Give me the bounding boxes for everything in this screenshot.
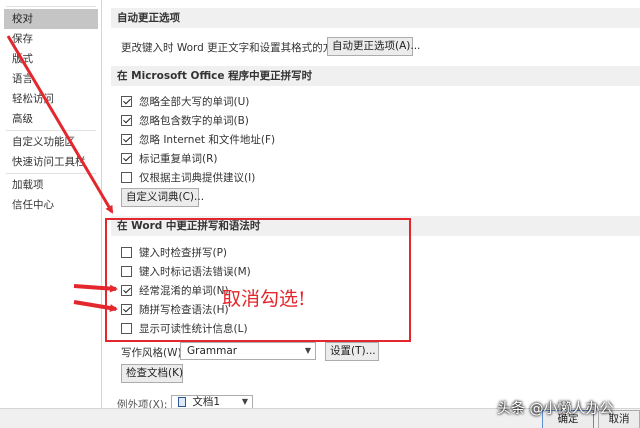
checkbox-unchecked[interactable] bbox=[121, 246, 132, 258]
option-ignore-internet-addresses[interactable]: 忽略 Internet 和文件地址(F) bbox=[121, 131, 275, 147]
option-ignore-uppercase[interactable]: 忽略全部大写的单词(U) bbox=[121, 93, 249, 109]
checkbox-unchecked[interactable] bbox=[121, 265, 132, 277]
writing-style-select[interactable]: Grammar ▼ bbox=[180, 342, 316, 360]
sidebar-item-quick-access-toolbar[interactable]: 快速访问工具栏 bbox=[4, 152, 98, 172]
grammar-settings-button[interactable]: 设置(T)... bbox=[325, 342, 379, 361]
option-ignore-numbers[interactable]: 忽略包含数字的单词(B) bbox=[121, 112, 249, 128]
option-label: 键入时检查拼写(P) bbox=[139, 246, 228, 259]
custom-dictionaries-button[interactable]: 自定义词典(C)... bbox=[121, 188, 204, 207]
sidebar-item-proofing[interactable]: 校对 bbox=[4, 9, 98, 29]
options-main-panel: 自动更正选项 更改键入时 Word 更正文字和设置其格式的方式: 自动更正选项(… bbox=[103, 0, 640, 428]
chevron-down-icon: ▼ bbox=[241, 397, 249, 406]
autocorrect-options-button[interactable]: 自动更正选项(A)... bbox=[327, 37, 420, 56]
annotation-text: 取消勾选! bbox=[222, 288, 306, 310]
exceptions-select[interactable]: 文档1 ▼ bbox=[171, 395, 253, 409]
option-label: 键入时标记语法错误(M) bbox=[139, 265, 251, 278]
option-label: 仅根据主词典提供建议(I) bbox=[139, 171, 256, 184]
option-check-grammar-with-spelling[interactable]: 随拼写检查语法(H) bbox=[121, 301, 229, 317]
sidebar-item-add-ins[interactable]: 加载项 bbox=[4, 175, 98, 195]
option-label: 忽略全部大写的单词(U) bbox=[139, 95, 250, 108]
word-spelling-section-header: 在 Word 中更正拼写和语法时 bbox=[111, 216, 640, 236]
option-label: 忽略 Internet 和文件地址(F) bbox=[139, 133, 276, 146]
option-readability-statistics[interactable]: 显示可读性统计信息(L) bbox=[121, 320, 248, 336]
option-flag-repeated-words[interactable]: 标记重复单词(R) bbox=[121, 150, 218, 166]
exceptions-value: 文档1 bbox=[192, 396, 221, 408]
sidebar-item-layout[interactable]: 版式 bbox=[4, 49, 98, 69]
option-label: 显示可读性统计信息(L) bbox=[139, 322, 248, 335]
sidebar-divider bbox=[6, 6, 96, 7]
chevron-down-icon: ▼ bbox=[304, 346, 312, 355]
watermark-text: 头条 @小懒人办公 bbox=[497, 401, 614, 417]
checkbox-checked[interactable] bbox=[121, 152, 132, 164]
checkbox-checked[interactable] bbox=[121, 303, 132, 315]
writing-style-value: Grammar bbox=[187, 345, 238, 357]
option-label: 随拼写检查语法(H) bbox=[139, 303, 229, 316]
office-spelling-section-header: 在 Microsoft Office 程序中更正拼写时 bbox=[111, 66, 640, 86]
checkbox-checked[interactable] bbox=[121, 95, 132, 107]
option-main-dictionary-only[interactable]: 仅根据主词典提供建议(I) bbox=[121, 169, 255, 185]
sidebar-item-customize-ribbon[interactable]: 自定义功能区 bbox=[4, 132, 98, 152]
option-label: 标记重复单词(R) bbox=[139, 152, 218, 165]
sidebar-divider bbox=[6, 173, 96, 174]
checkbox-checked[interactable] bbox=[121, 133, 132, 145]
sidebar-item-accessibility[interactable]: 轻松访问 bbox=[4, 89, 98, 109]
sidebar-item-advanced[interactable]: 高级 bbox=[4, 109, 98, 129]
checkbox-checked[interactable] bbox=[121, 284, 132, 296]
option-check-spelling-as-you-type[interactable]: 键入时检查拼写(P) bbox=[121, 244, 227, 260]
autocorrect-section-header: 自动更正选项 bbox=[111, 8, 640, 28]
writing-style-label: 写作风格(W): bbox=[121, 347, 186, 359]
document-icon bbox=[178, 397, 186, 407]
sidebar-item-save[interactable]: 保存 bbox=[4, 29, 98, 49]
options-sidebar: 校对 保存 版式 语言 轻松访问 高级 自定义功能区 快速访问工具栏 加载项 信… bbox=[0, 0, 102, 408]
option-mark-grammar-errors[interactable]: 键入时标记语法错误(M) bbox=[121, 263, 251, 279]
checkbox-unchecked[interactable] bbox=[121, 322, 132, 334]
checkbox-checked[interactable] bbox=[121, 114, 132, 126]
recheck-document-button[interactable]: 检查文档(K) bbox=[121, 364, 183, 383]
checkbox-unchecked[interactable] bbox=[121, 171, 132, 183]
sidebar-item-trust-center[interactable]: 信任中心 bbox=[4, 195, 98, 215]
sidebar-divider bbox=[6, 130, 96, 131]
option-label: 忽略包含数字的单词(B) bbox=[139, 114, 249, 127]
option-label: 经常混淆的单词(N) bbox=[139, 284, 229, 297]
sidebar-item-language[interactable]: 语言 bbox=[4, 69, 98, 89]
option-confused-words[interactable]: 经常混淆的单词(N) bbox=[121, 282, 229, 298]
autocorrect-description: 更改键入时 Word 更正文字和设置其格式的方式: bbox=[121, 42, 348, 54]
